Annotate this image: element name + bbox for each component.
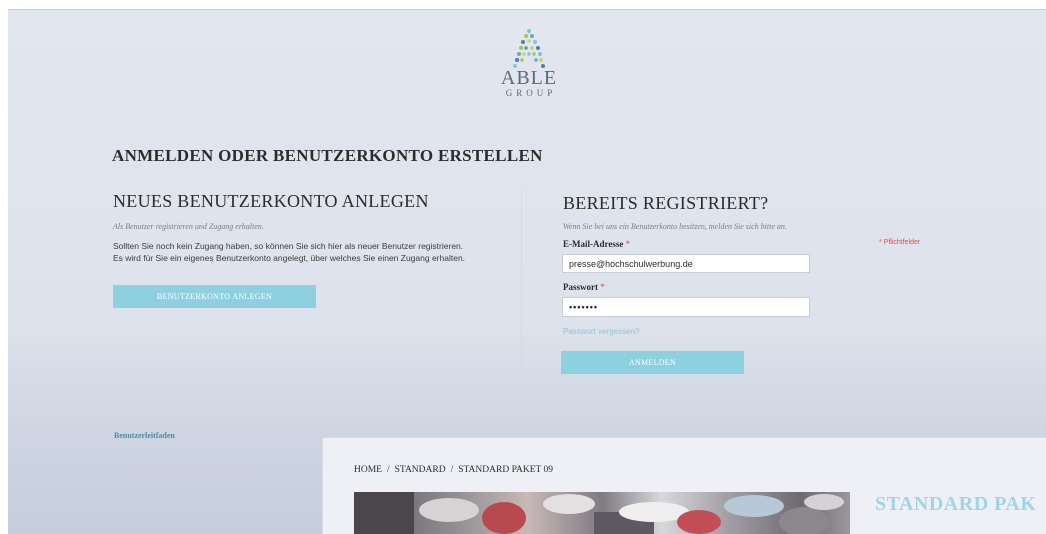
new-account-text-line2: Es wird für Sie ein eigenes Benutzerkont… [113, 253, 466, 263]
logo-a-icon [513, 29, 545, 68]
logo-subtitle: GROUP [505, 88, 557, 98]
column-divider [521, 190, 522, 390]
login-title: BEREITS REGISTRIERT? [563, 193, 769, 213]
user-guide-link[interactable]: Benutzerleitfaden [114, 431, 175, 440]
new-account-text-line1: Sollten Sie noch kein Zugang haben, so k… [113, 241, 464, 251]
breadcrumb-home[interactable]: HOME [354, 465, 382, 475]
breadcrumb-standard[interactable]: STANDARD [395, 465, 446, 475]
product-title: STANDARD PAK [875, 493, 1037, 515]
product-image[interactable] [354, 492, 850, 534]
email-label-text: E-Mail-Adresse [563, 239, 624, 249]
product-window: HOME / STANDARD / STANDARD PAKET 09 STAN… [322, 437, 1046, 534]
login-subtitle: Wenn Sie bei uns ein Benutzerkonto besit… [563, 222, 787, 231]
password-label: Passwort * [563, 282, 605, 292]
forgot-password-link[interactable]: Passwort vergessen? [563, 327, 639, 336]
new-account-description: Sollten Sie noch kein Zugang haben, so k… [113, 240, 533, 264]
breadcrumb-current: STANDARD PAKET 09 [458, 465, 554, 475]
new-account-title: NEUES BENUTZERKONTO ANLEGEN [113, 191, 429, 211]
breadcrumb-separator: / [450, 465, 454, 475]
required-fields-note: * Pflichtfelder [879, 239, 921, 246]
password-required-marker: * [600, 282, 605, 292]
product-photo-shapes [354, 492, 844, 534]
password-label-text: Passwort [563, 282, 598, 292]
login-button[interactable]: ANMELDEN [561, 351, 744, 374]
page-title: ANMELDEN ODER BENUTZERKONTO ERSTELLEN [112, 146, 543, 165]
breadcrumb: HOME / STANDARD / STANDARD PAKET 09 [354, 465, 553, 475]
password-field[interactable] [562, 297, 810, 317]
breadcrumb-separator: / [386, 465, 390, 475]
logo-wordmark: ABLE [500, 67, 558, 89]
create-account-button[interactable]: BENUTZERKONTO ANLEGEN [113, 285, 316, 308]
able-group-logo[interactable]: ABLE GROUP [494, 28, 564, 98]
email-field[interactable] [562, 254, 810, 273]
email-label: E-Mail-Adresse * [563, 239, 630, 249]
new-account-subtitle: Als Benutzer registrieren und Zugang erh… [113, 222, 264, 231]
email-required-marker: * [625, 239, 631, 249]
